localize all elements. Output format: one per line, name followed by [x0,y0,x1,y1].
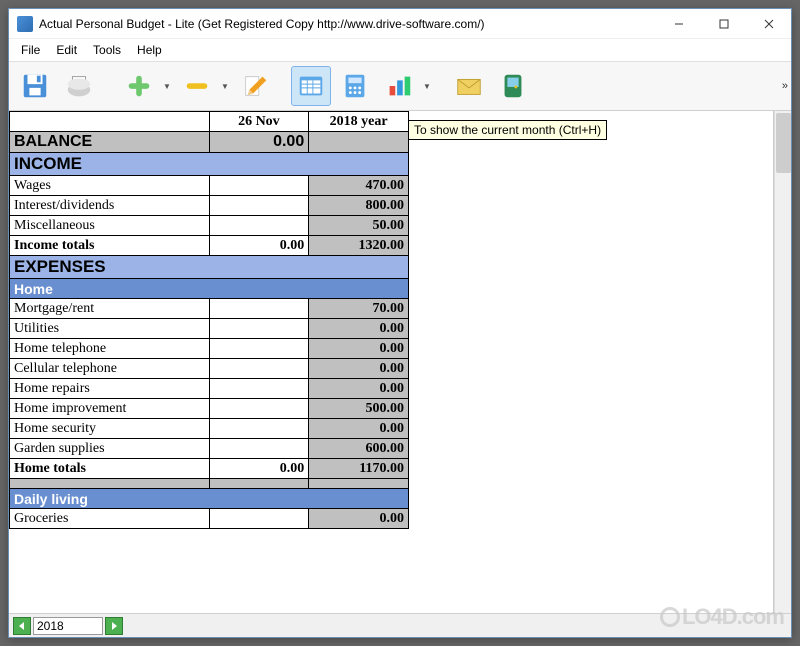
print-button[interactable] [59,66,99,106]
mail-button[interactable] [449,66,489,106]
table-row: Miscellaneous50.00 [10,216,409,236]
remove-button[interactable] [177,66,217,106]
window-controls [656,10,791,38]
chart-dropdown-icon[interactable]: ▼ [423,82,433,91]
titlebar[interactable]: Actual Personal Budget - Lite (Get Regis… [9,9,791,39]
edit-button[interactable] [235,66,275,106]
save-button[interactable] [15,66,55,106]
maximize-button[interactable] [701,10,746,38]
add-dropdown-icon[interactable]: ▼ [163,82,173,91]
table-row: Cellular telephone0.00 [10,359,409,379]
menu-file[interactable]: File [13,41,48,59]
scrollbar-thumb[interactable] [776,113,791,173]
menu-edit[interactable]: Edit [48,41,85,59]
toolbar: ▼ ▼ ▼ » [9,61,791,111]
menubar: File Edit Tools Help [9,39,791,61]
year-input[interactable] [33,617,103,635]
home-total-row: Home totals0.001170.00 [10,459,409,479]
budget-grid-scroll[interactable]: 26 Nov 2018 year BALANCE 0.00 INCOME Wag… [9,111,774,613]
table-row: Garden supplies600.00 [10,439,409,459]
table-row: Utilities0.00 [10,319,409,339]
calculator-button[interactable] [335,66,375,106]
col-date: 26 Nov [209,112,309,132]
daily-subheader: Daily living [10,489,409,509]
tooltip: To show the current month (Ctrl+H) [408,120,607,140]
add-button[interactable] [119,66,159,106]
spacer-row [10,479,409,489]
chart-button[interactable] [379,66,419,106]
app-icon [17,16,33,32]
menu-help[interactable]: Help [129,41,170,59]
app-window: Actual Personal Budget - Lite (Get Regis… [8,8,792,638]
home-subheader: Home [10,279,409,299]
window-title: Actual Personal Budget - Lite (Get Regis… [39,17,656,31]
vertical-scrollbar[interactable] [774,111,791,613]
budget-grid: 26 Nov 2018 year BALANCE 0.00 INCOME Wag… [9,111,409,529]
minimize-button[interactable] [656,10,701,38]
balance-row: BALANCE 0.00 [10,132,409,153]
table-row: Wages470.00 [10,176,409,196]
income-total-row: Income totals0.001320.00 [10,236,409,256]
exit-button[interactable] [493,66,533,106]
content-area: 26 Nov 2018 year BALANCE 0.00 INCOME Wag… [9,111,791,613]
table-row: Home telephone0.00 [10,339,409,359]
table-row: Mortgage/rent70.00 [10,299,409,319]
close-button[interactable] [746,10,791,38]
table-row: Home repairs0.00 [10,379,409,399]
table-row: Home security0.00 [10,419,409,439]
toolbar-overflow-icon[interactable]: » [782,80,787,92]
menu-tools[interactable]: Tools [85,41,129,59]
next-year-button[interactable] [105,617,123,635]
table-row: Interest/dividends800.00 [10,196,409,216]
table-row: Home improvement500.00 [10,399,409,419]
col-year: 2018 year [309,112,409,132]
watermark: LO4D.com [660,604,784,630]
table-row: Groceries0.00 [10,509,409,529]
remove-dropdown-icon[interactable]: ▼ [221,82,231,91]
current-month-button[interactable] [291,66,331,106]
prev-year-button[interactable] [13,617,31,635]
income-header: INCOME [10,153,409,176]
header-row: 26 Nov 2018 year [10,112,409,132]
expenses-header: EXPENSES [10,256,409,279]
